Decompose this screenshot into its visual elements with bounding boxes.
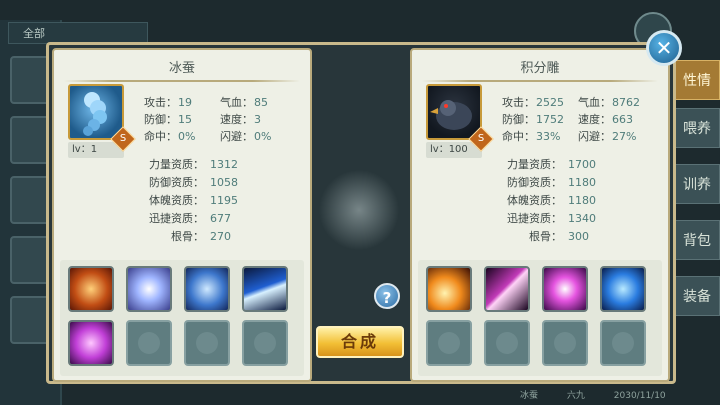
stat-value: 2525	[536, 96, 564, 109]
aptitude-row: 迅捷资质： 677	[138, 210, 308, 228]
background-tab-all: 全部	[8, 22, 148, 44]
ice-skill-icon[interactable]	[600, 266, 646, 312]
phoenix-skill-icon[interactable]	[426, 266, 472, 312]
aptitude-key: 迅捷资质：	[149, 212, 204, 225]
stat-value: 8762	[612, 96, 640, 109]
title-divider	[64, 80, 300, 82]
aptitude-key: 防御资质：	[149, 176, 204, 189]
empty-skill-slot[interactable]	[426, 320, 472, 366]
background-footer-text: 六九	[566, 391, 585, 401]
stat-row: 防御：1752 速度：663	[502, 111, 662, 128]
aptitude-value: 1312	[210, 158, 238, 171]
stat-value: 0%	[254, 130, 272, 143]
fire-skill-icon[interactable]	[68, 266, 114, 312]
aptitude-value: 300	[568, 230, 589, 243]
help-button[interactable]: ?	[374, 283, 400, 309]
spiral-skill-icon[interactable]	[68, 320, 114, 366]
aptitude-value: 1340	[568, 212, 596, 225]
aptitude-value: 1195	[210, 194, 238, 207]
aptitude-row: 力量资质： 1312	[138, 156, 308, 174]
aptitude-key: 力量资质：	[507, 158, 562, 171]
aptitude-key: 根骨：	[171, 230, 204, 243]
background-footer: 冰蚕 六九 2030/11/10	[520, 388, 692, 401]
right-aptitudes: 力量资质： 1700 防御资质： 1180 体魄资质： 1180 迅捷资质： 1340 …	[496, 156, 666, 246]
left-aptitudes: 力量资质： 1312 防御资质： 1058 体魄资质： 1195 迅捷资质： 677 根…	[138, 156, 308, 246]
speed-skill-icon[interactable]	[242, 266, 288, 312]
stat-key: 速度：	[220, 113, 253, 126]
aptitude-key: 体魄资质：	[507, 194, 562, 207]
stat-key: 命中：	[502, 130, 535, 143]
stat-key: 命中：	[144, 130, 177, 143]
stat-row: 命中：33% 闪避：27%	[502, 128, 662, 145]
grade-label: S	[477, 133, 485, 144]
empty-skill-slot[interactable]	[184, 320, 230, 366]
empty-skill-slot[interactable]	[600, 320, 646, 366]
stat-row: 命中：0% 闪避：0%	[144, 128, 304, 145]
aptitude-row: 根骨： 300	[496, 228, 666, 246]
left-skill-grid	[60, 260, 304, 376]
stat-key: 攻击：	[502, 96, 535, 109]
aptitude-key: 力量资质：	[149, 158, 204, 171]
right-skill-grid	[418, 260, 662, 376]
stat-value: 0%	[178, 130, 196, 143]
stat-value: 27%	[612, 130, 637, 143]
stat-key: 攻击：	[144, 96, 177, 109]
right-stats: 攻击：2525 气血：8762 防御：1752 速度：663 命中：33% 闪避：27…	[502, 94, 662, 145]
aptitude-row: 体魄资质： 1180	[496, 192, 666, 210]
aptitude-value: 1180	[568, 194, 596, 207]
stat-value: 15	[178, 113, 192, 126]
right-pet-panel: 积分雕 lv：100 S 攻击：2525 气血：8762 防御：1752 速度：66…	[410, 48, 670, 382]
aptitude-row: 防御资质： 1180	[496, 174, 666, 192]
aptitude-row: 力量资质： 1700	[496, 156, 666, 174]
stat-value: 663	[612, 113, 633, 126]
left-stats: 攻击：19 气血：85 防御：15 速度：3 命中：0% 闪避：0%	[144, 94, 304, 145]
empty-skill-slot[interactable]	[126, 320, 172, 366]
close-button[interactable]: ✕	[646, 30, 682, 66]
stat-row: 防御：15 速度：3	[144, 111, 304, 128]
combine-button[interactable]: 合成	[316, 326, 404, 358]
aptitude-value: 1180	[568, 176, 596, 189]
aptitude-row: 防御资质： 1058	[138, 174, 308, 192]
stat-key: 气血：	[578, 96, 611, 109]
stat-value: 33%	[536, 130, 561, 143]
left-pet-panel: 冰蚕 lv：1 S 攻击：19 气血：85 防御：15 速度：3 命中：0% 闪避：0…	[52, 48, 312, 382]
shield-skill-icon[interactable]	[184, 266, 230, 312]
stat-value: 3	[254, 113, 261, 126]
grade-label: S	[119, 133, 127, 144]
stat-key: 防御：	[502, 113, 535, 126]
aptitude-value: 677	[210, 212, 231, 225]
aptitude-key: 体魄资质：	[149, 194, 204, 207]
title-divider	[422, 80, 658, 82]
aptitude-row: 根骨： 270	[138, 228, 308, 246]
stat-value: 19	[178, 96, 192, 109]
aptitude-value: 1058	[210, 176, 238, 189]
background-footer-text: 冰蚕	[520, 391, 539, 401]
empty-skill-slot[interactable]	[484, 320, 530, 366]
empty-skill-slot[interactable]	[542, 320, 588, 366]
aptitude-key: 根骨：	[529, 230, 562, 243]
stat-key: 闪避：	[578, 130, 611, 143]
background-footer-text: 2030/11/10	[613, 391, 666, 401]
stat-key: 闪避：	[220, 130, 253, 143]
stat-value: 1752	[536, 113, 564, 126]
lightning-skill-icon[interactable]	[542, 266, 588, 312]
aptitude-row: 体魄资质： 1195	[138, 192, 308, 210]
stat-key: 气血：	[220, 96, 253, 109]
aptitude-value: 1700	[568, 158, 596, 171]
stat-key: 速度：	[578, 113, 611, 126]
aptitude-value: 270	[210, 230, 231, 243]
empty-skill-slot[interactable]	[242, 320, 288, 366]
stat-row: 攻击：19 气血：85	[144, 94, 304, 111]
claw-skill-icon[interactable]	[484, 266, 530, 312]
aptitude-key: 防御资质：	[507, 176, 562, 189]
aptitude-key: 迅捷资质：	[507, 212, 562, 225]
aptitude-row: 迅捷资质： 1340	[496, 210, 666, 228]
stat-row: 攻击：2525 气血：8762	[502, 94, 662, 111]
stat-value: 85	[254, 96, 268, 109]
whirlwind-skill-icon[interactable]	[126, 266, 172, 312]
dragon-emblem-icon	[318, 170, 400, 250]
stat-key: 防御：	[144, 113, 177, 126]
